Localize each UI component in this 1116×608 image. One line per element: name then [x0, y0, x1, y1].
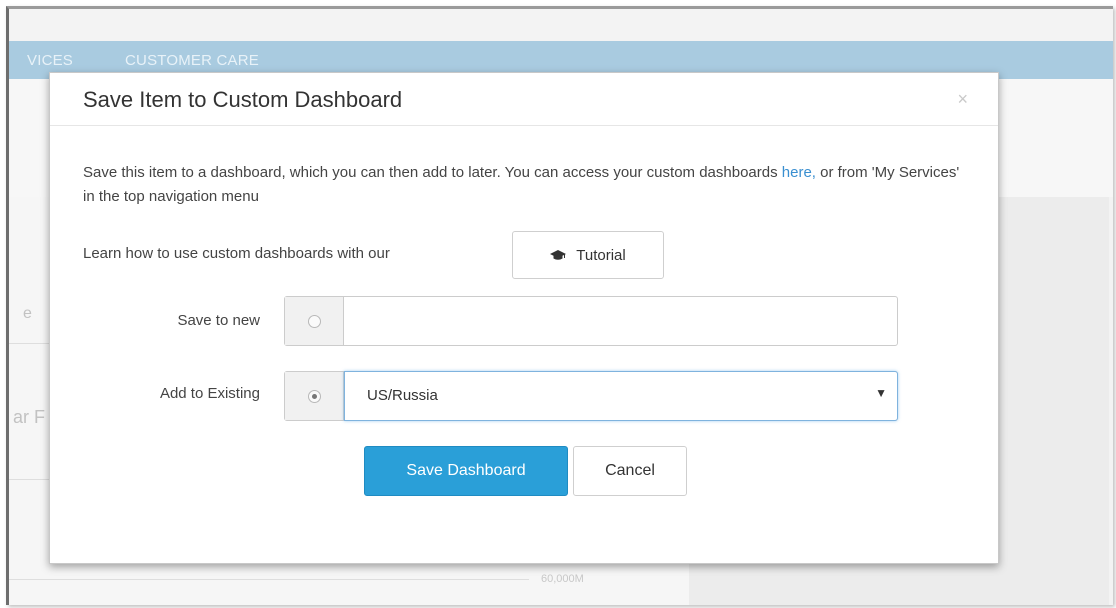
- modal-header: Save Item to Custom Dashboard ×: [50, 73, 998, 126]
- background-divider: [9, 343, 49, 344]
- description-text: Save this item to a dashboard, which you…: [83, 164, 782, 181]
- tutorial-button[interactable]: Tutorial: [512, 231, 664, 279]
- add-to-existing-label: Add to Existing: [159, 385, 260, 402]
- modal-title: Save Item to Custom Dashboard: [83, 87, 403, 112]
- cancel-button[interactable]: Cancel: [573, 446, 687, 496]
- save-to-new-radio[interactable]: [307, 314, 321, 328]
- save-to-new-group: [284, 296, 898, 346]
- add-to-existing-group: US/Russia ▼: [284, 371, 898, 421]
- chart-gridline: [9, 579, 529, 580]
- tutorial-prompt-text: Learn how to use custom dashboards with …: [83, 245, 390, 262]
- save-dashboard-button[interactable]: Save Dashboard: [364, 446, 568, 496]
- background-divider: [9, 479, 49, 480]
- dashboards-link[interactable]: here,: [782, 164, 816, 181]
- tutorial-button-label: Tutorial: [576, 246, 626, 264]
- selected-dashboard-value: US/Russia: [367, 387, 438, 404]
- existing-dashboard-select[interactable]: US/Russia ▼: [344, 371, 898, 421]
- caret-down-icon: ▼: [875, 386, 887, 400]
- modal-description: Save this item to a dashboard, which you…: [83, 161, 963, 209]
- new-dashboard-name-input[interactable]: [344, 297, 897, 345]
- background-tab-label: e: [23, 305, 32, 322]
- axis-tick-label: 60,000M: [541, 573, 584, 585]
- nav-item-customer-care[interactable]: CUSTOMER CARE: [125, 52, 259, 69]
- save-to-new-label: Save to new: [177, 312, 260, 329]
- add-to-existing-radio[interactable]: [307, 389, 321, 403]
- nav-item-services[interactable]: VICES: [27, 52, 73, 69]
- save-dashboard-modal: Save Item to Custom Dashboard × Save thi…: [49, 72, 999, 564]
- add-to-existing-radio-addon: [285, 372, 344, 420]
- save-to-new-radio-addon: [285, 297, 344, 345]
- close-icon[interactable]: ×: [957, 89, 968, 110]
- background-heading: ar F: [13, 407, 46, 427]
- graduation-cap-icon: [550, 250, 567, 260]
